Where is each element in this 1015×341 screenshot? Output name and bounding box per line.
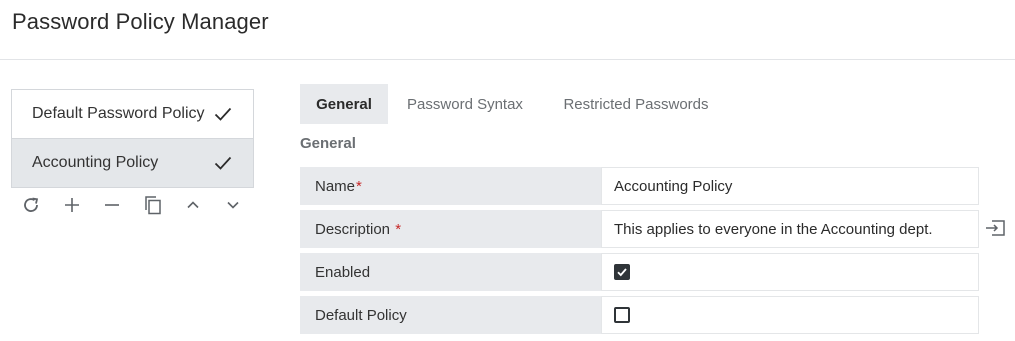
checkmark-icon	[214, 107, 232, 121]
move-up-button[interactable]	[182, 194, 204, 216]
add-policy-button[interactable]	[61, 194, 83, 216]
description-value: This applies to everyone in the Accounti…	[614, 220, 933, 238]
enabled-label: Enabled	[315, 263, 371, 281]
description-row: Description * This applies to everyone i…	[300, 210, 979, 248]
copy-policy-button[interactable]	[142, 194, 164, 216]
expand-editor-icon	[986, 220, 1005, 236]
move-down-icon	[227, 201, 239, 209]
refresh-button[interactable]	[20, 194, 42, 216]
default-policy-value-cell	[601, 296, 979, 334]
default-policy-checkbox[interactable]	[614, 307, 630, 323]
description-label: Description	[315, 220, 395, 238]
tab-restricted-passwords[interactable]: Restricted Passwords	[542, 84, 730, 124]
policy-item-label: Default Password Policy	[32, 105, 205, 122]
default-policy-label: Default Policy	[315, 306, 407, 324]
add-icon	[65, 198, 79, 212]
required-mark: *	[395, 220, 402, 238]
page-title: Password Policy Manager	[12, 9, 269, 34]
checkmark-icon	[214, 156, 232, 170]
refresh-icon	[24, 197, 39, 212]
description-field[interactable]: This applies to everyone in the Accounti…	[601, 210, 979, 248]
section-heading: General	[300, 135, 356, 152]
name-label-cell: Name *	[300, 167, 601, 205]
copy-icon	[145, 196, 161, 215]
enabled-row: Enabled	[300, 253, 979, 291]
default-policy-label-cell: Default Policy	[300, 296, 601, 334]
expand-description-button[interactable]	[983, 217, 1007, 239]
name-label: Name	[315, 177, 356, 195]
move-down-button[interactable]	[222, 194, 244, 216]
default-policy-row: Default Policy	[300, 296, 979, 334]
remove-policy-button[interactable]	[101, 194, 123, 216]
move-up-icon	[187, 201, 199, 209]
enabled-checkbox[interactable]	[614, 264, 630, 280]
checkbox-check-icon	[617, 268, 627, 277]
tab-general[interactable]: General	[300, 84, 388, 124]
page-header: Password Policy Manager	[0, 0, 1015, 60]
name-field[interactable]: Accounting Policy	[601, 167, 979, 205]
enabled-label-cell: Enabled	[300, 253, 601, 291]
name-value: Accounting Policy	[614, 177, 733, 195]
policy-item-default-password-policy[interactable]: Default Password Policy	[12, 90, 253, 139]
tab-password-syntax[interactable]: Password Syntax	[388, 84, 542, 124]
enabled-value-cell	[601, 253, 979, 291]
required-mark: *	[356, 177, 362, 195]
policy-item-accounting-policy[interactable]: Accounting Policy	[12, 139, 253, 187]
name-row: Name * Accounting Policy	[300, 167, 979, 205]
policy-item-label: Accounting Policy	[32, 154, 159, 171]
policy-list: Default Password Policy Accounting Polic…	[11, 89, 254, 188]
description-label-cell: Description *	[300, 210, 601, 248]
remove-icon	[105, 204, 119, 206]
